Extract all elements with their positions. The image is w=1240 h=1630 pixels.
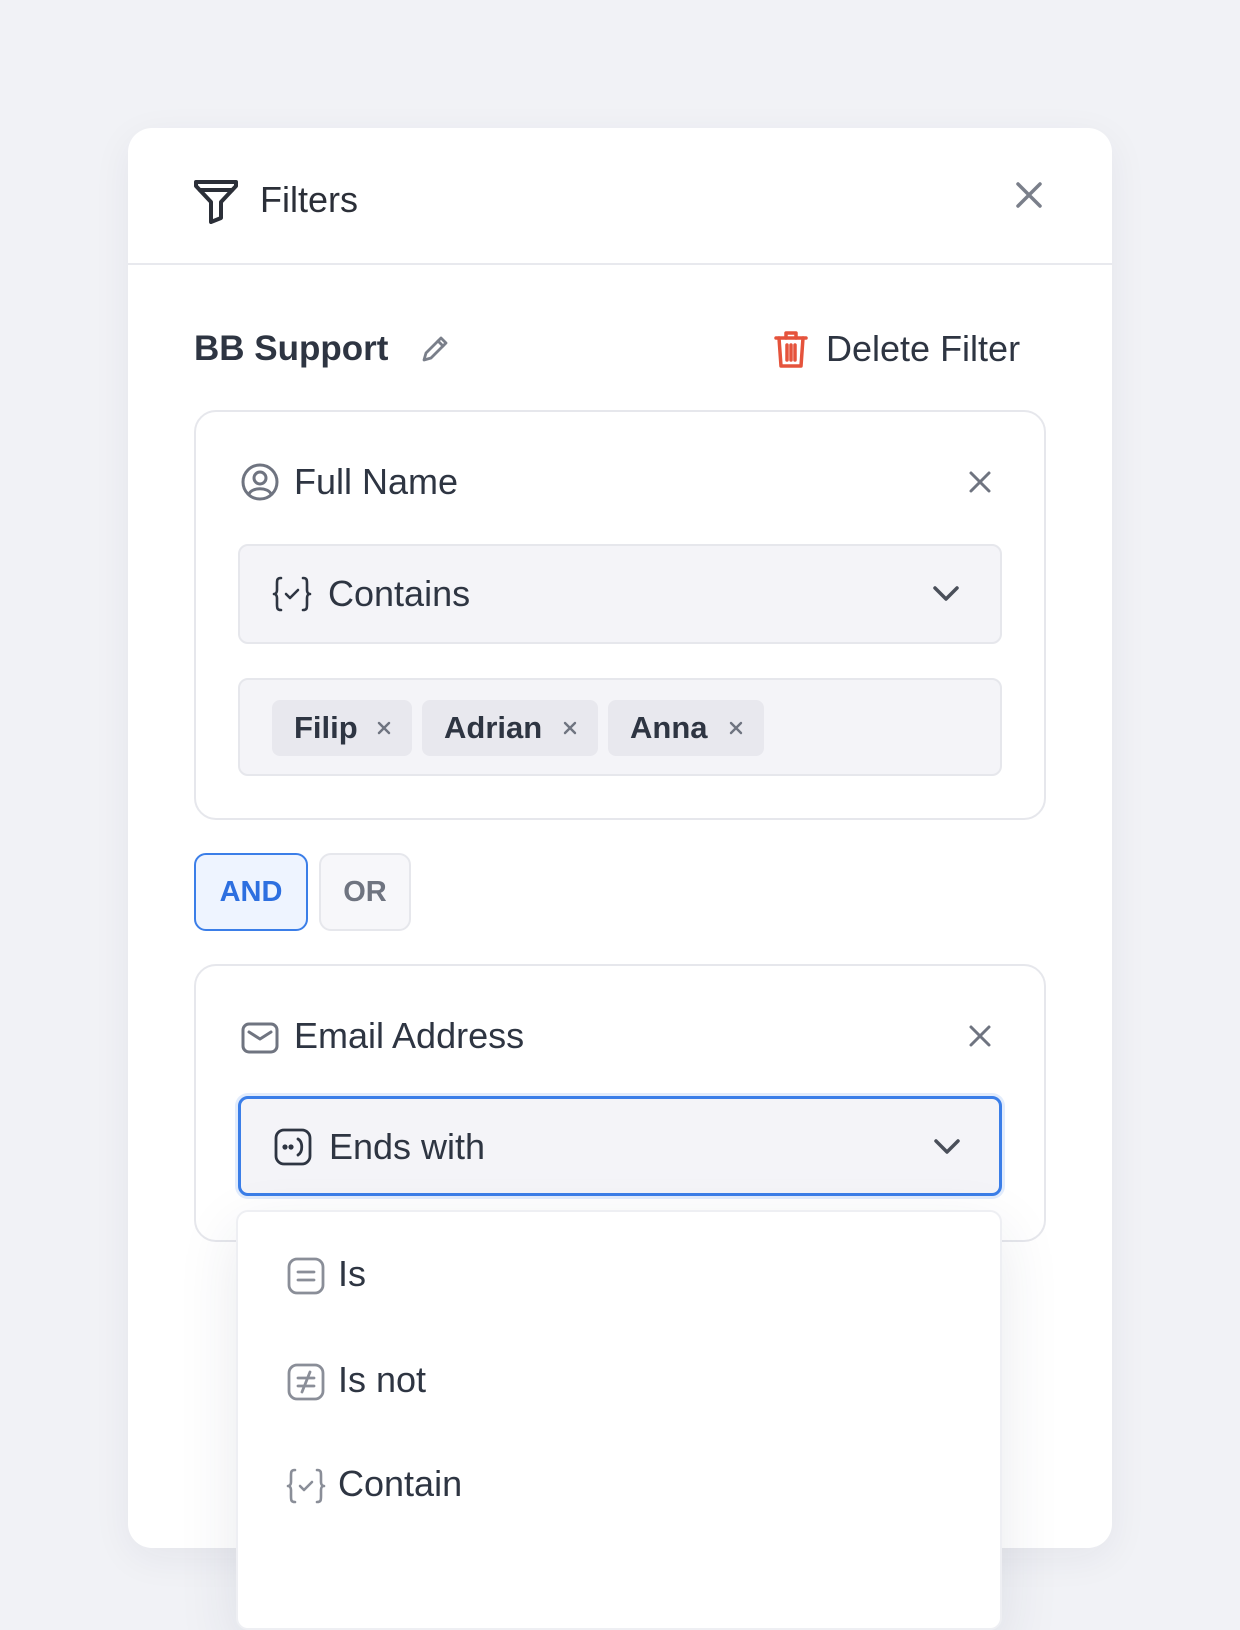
ends-with-icon: [274, 1128, 312, 1166]
tag-chip: Anna: [608, 700, 764, 756]
close-icon[interactable]: [1012, 178, 1046, 212]
dropdown-option-is[interactable]: Is: [238, 1236, 1000, 1316]
chevron-down-icon: [933, 586, 959, 601]
trash-icon: [774, 331, 808, 368]
filter-name: BB Support: [194, 329, 389, 368]
tag-input[interactable]: Filip Adrian Anna: [238, 678, 1002, 776]
operator-value: Contains: [328, 573, 471, 614]
braces-check-icon: [272, 576, 312, 612]
tag-chip: Adrian: [422, 700, 598, 756]
chevron-down-icon: [934, 1139, 960, 1154]
and-toggle-button[interactable]: AND: [194, 853, 308, 931]
operator-select[interactable]: Contains: [238, 544, 1002, 644]
operator-dropdown-menu: Is Is not Contain: [236, 1210, 1002, 1630]
envelope-icon: [241, 1022, 279, 1054]
remove-tag-icon[interactable]: [728, 720, 744, 736]
dropdown-option-label: Is not: [338, 1359, 427, 1400]
tag-label: Anna: [630, 710, 708, 745]
close-icon[interactable]: [966, 1022, 994, 1050]
remove-tag-icon[interactable]: [376, 720, 392, 736]
tag-chip: Filip: [272, 700, 412, 756]
dropdown-option-is-not[interactable]: Is not: [238, 1342, 1000, 1422]
rule-field-label: Email Address: [294, 1015, 525, 1056]
pencil-icon[interactable]: [418, 332, 452, 366]
dropdown-option-contain[interactable]: Contain: [238, 1446, 1000, 1526]
braces-check-icon: [286, 1468, 326, 1504]
filters-panel: Filters BB Support Delete Filter Full Na…: [128, 128, 1112, 1630]
or-toggle-button[interactable]: OR: [319, 853, 411, 931]
operator-value: Ends with: [329, 1126, 486, 1167]
close-icon[interactable]: [966, 468, 994, 496]
remove-tag-icon[interactable]: [562, 720, 578, 736]
dropdown-option-label: Is: [338, 1253, 367, 1294]
panel-title: Filters: [260, 179, 358, 220]
tag-label: Filip: [294, 710, 358, 745]
rule-card-full-name: Full Name Contains Filip Adrian Anna: [194, 410, 1046, 820]
dropdown-option-label: Contain: [338, 1463, 463, 1504]
panel-header: Filters: [128, 128, 1112, 265]
equals-icon: [287, 1257, 325, 1295]
funnel-icon: [194, 180, 238, 224]
user-circle-icon: [241, 463, 279, 501]
rule-card-email-address: Email Address Ends with: [194, 964, 1046, 1242]
tag-label: Adrian: [444, 710, 543, 745]
rule-field-label: Full Name: [294, 461, 459, 502]
not-equal-icon: [287, 1363, 325, 1401]
operator-select[interactable]: Ends with: [238, 1096, 1002, 1196]
delete-filter-label: Delete Filter: [826, 328, 1021, 369]
